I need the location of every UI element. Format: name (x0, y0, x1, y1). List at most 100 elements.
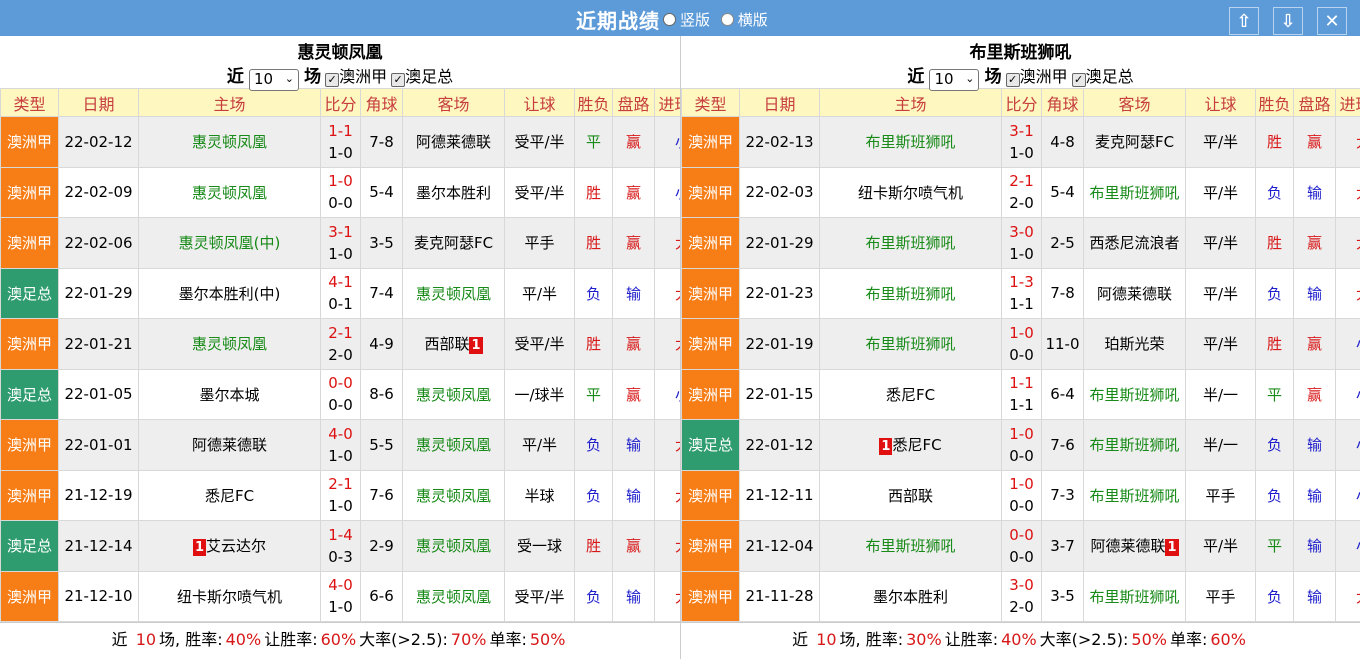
score-cell[interactable]: 2-12-0 (1002, 167, 1042, 218)
table-row[interactable]: 澳足总22-01-29墨尔本胜利(中)4-10-17-4惠灵顿凤凰平/半负输大 (1, 268, 711, 319)
table-row[interactable]: 澳洲甲21-12-10纽卡斯尔喷气机4-01-06-6惠灵顿凤凰受平/半负输大 (1, 571, 711, 622)
home-team-cell[interactable]: 布里斯班狮吼 (820, 117, 1002, 168)
away-team-cell[interactable]: 惠灵顿凤凰 (403, 470, 505, 521)
home-team-cell[interactable]: 悉尼FC (820, 369, 1002, 420)
score-cell[interactable]: 0-00-0 (1002, 521, 1042, 572)
table-row[interactable]: 澳洲甲22-02-12惠灵顿凤凰1-11-07-8阿德莱德联受平/半平赢小 (1, 117, 711, 168)
score-cell[interactable]: 1-31-1 (1002, 268, 1042, 319)
move-down-button[interactable]: ⇩ (1273, 7, 1303, 35)
match-count-select[interactable]: 10⌄ (249, 69, 299, 91)
home-team-cell[interactable]: 惠灵顿凤凰 (139, 117, 321, 168)
table-row[interactable]: 澳洲甲22-01-21惠灵顿凤凰2-12-04-9西部联1受平/半胜赢大 (1, 319, 711, 370)
table-row[interactable]: 澳洲甲22-02-09惠灵顿凤凰1-00-05-4墨尔本胜利受平/半胜赢小 (1, 167, 711, 218)
match-count-select[interactable]: 10⌄ (929, 69, 979, 91)
away-team-cell[interactable]: 麦克阿瑟FC (1084, 117, 1186, 168)
away-team-cell[interactable]: 阿德莱德联 (1084, 268, 1186, 319)
away-team-cell[interactable]: 西悉尼流浪者 (1084, 218, 1186, 269)
table-row[interactable]: 澳洲甲22-01-01阿德莱德联4-01-05-5惠灵顿凤凰平/半负输大 (1, 420, 711, 471)
match-type: 澳洲甲 (1, 571, 59, 622)
home-team-cell[interactable]: 1艾云达尔 (139, 521, 321, 572)
table-row[interactable]: 澳洲甲21-12-11西部联1-00-07-3布里斯班狮吼平手负输小 (682, 470, 1360, 521)
half-score: 1-0 (321, 243, 360, 265)
home-team-cell[interactable]: 惠灵顿凤凰(中) (139, 218, 321, 269)
match-type: 澳足总 (1, 521, 59, 572)
score-cell[interactable]: 1-00-0 (1002, 319, 1042, 370)
score-cell[interactable]: 1-40-3 (321, 521, 361, 572)
score-cell[interactable]: 1-00-0 (1002, 420, 1042, 471)
away-team-cell[interactable]: 阿德莱德联1 (1084, 521, 1186, 572)
table-row[interactable]: 澳洲甲22-01-29布里斯班狮吼3-01-02-5西悉尼流浪者平/半胜赢大 (682, 218, 1360, 269)
filter-league-checkbox[interactable]: ✓ (325, 73, 339, 87)
away-team-cell[interactable]: 西部联1 (403, 319, 505, 370)
score-cell[interactable]: 1-00-0 (321, 167, 361, 218)
away-team-cell[interactable]: 布里斯班狮吼 (1084, 369, 1186, 420)
home-team-cell[interactable]: 惠灵顿凤凰 (139, 167, 321, 218)
page-title: 近期战绩 (576, 5, 660, 34)
table-row[interactable]: 澳洲甲22-02-06惠灵顿凤凰(中)3-11-03-5麦克阿瑟FC平手胜赢大 (1, 218, 711, 269)
full-score: 1-0 (321, 170, 360, 192)
away-team-cell[interactable]: 惠灵顿凤凰 (403, 268, 505, 319)
home-team-cell[interactable]: 纽卡斯尔喷气机 (139, 571, 321, 622)
away-team-cell[interactable]: 布里斯班狮吼 (1084, 571, 1186, 622)
table-row[interactable]: 澳洲甲22-01-19布里斯班狮吼1-00-011-0珀斯光荣平/半胜赢小 (682, 319, 1360, 370)
close-button[interactable]: ✕ (1317, 7, 1347, 35)
view-vertical-radio[interactable]: 竖版 (663, 11, 710, 29)
home-team-cell[interactable]: 布里斯班狮吼 (820, 268, 1002, 319)
move-up-button[interactable]: ⇧ (1229, 7, 1259, 35)
table-row[interactable]: 澳足总22-01-121悉尼FC1-00-07-6布里斯班狮吼半/一负输小 (682, 420, 1360, 471)
home-team-cell[interactable]: 1悉尼FC (820, 420, 1002, 471)
score-cell[interactable]: 2-11-0 (321, 470, 361, 521)
score-cell[interactable]: 2-12-0 (321, 319, 361, 370)
filter-league-checkbox[interactable]: ✓ (1006, 73, 1020, 87)
score-cell[interactable]: 4-10-1 (321, 268, 361, 319)
away-team-cell[interactable]: 惠灵顿凤凰 (403, 420, 505, 471)
home-team-cell[interactable]: 纽卡斯尔喷气机 (820, 167, 1002, 218)
home-team-cell[interactable]: 布里斯班狮吼 (820, 521, 1002, 572)
table-row[interactable]: 澳洲甲21-12-19悉尼FC2-11-07-6惠灵顿凤凰半球负输大 (1, 470, 711, 521)
score-cell[interactable]: 3-11-0 (1002, 117, 1042, 168)
score-cell[interactable]: 0-00-0 (321, 369, 361, 420)
handicap-result-cell: 输 (613, 420, 655, 471)
table-row[interactable]: 澳洲甲22-02-13布里斯班狮吼3-11-04-8麦克阿瑟FC平/半胜赢大 (682, 117, 1360, 168)
away-team-cell[interactable]: 墨尔本胜利 (403, 167, 505, 218)
score-cell[interactable]: 4-01-0 (321, 420, 361, 471)
handicap-cell: 平手 (1186, 470, 1256, 521)
table-row[interactable]: 澳洲甲22-02-03纽卡斯尔喷气机2-12-05-4布里斯班狮吼平/半负输大 (682, 167, 1360, 218)
close-icon: ✕ (1324, 11, 1339, 32)
score-cell[interactable]: 1-00-0 (1002, 470, 1042, 521)
match-type: 澳足总 (682, 420, 740, 471)
home-team-cell[interactable]: 布里斯班狮吼 (820, 319, 1002, 370)
home-team-cell[interactable]: 墨尔本胜利(中) (139, 268, 321, 319)
home-team-cell[interactable]: 阿德莱德联 (139, 420, 321, 471)
score-cell[interactable]: 3-01-0 (1002, 218, 1042, 269)
away-team-cell[interactable]: 阿德莱德联 (403, 117, 505, 168)
score-cell[interactable]: 1-11-1 (1002, 369, 1042, 420)
filter-cup-checkbox[interactable]: ✓ (1072, 73, 1086, 87)
view-horizontal-radio[interactable]: 横版 (721, 11, 768, 29)
score-cell[interactable]: 1-11-0 (321, 117, 361, 168)
home-team-cell[interactable]: 墨尔本城 (139, 369, 321, 420)
home-team-cell[interactable]: 西部联 (820, 470, 1002, 521)
home-team-cell[interactable]: 惠灵顿凤凰 (139, 319, 321, 370)
score-cell[interactable]: 3-11-0 (321, 218, 361, 269)
away-team-cell[interactable]: 布里斯班狮吼 (1084, 420, 1186, 471)
away-team-cell[interactable]: 惠灵顿凤凰 (403, 521, 505, 572)
score-cell[interactable]: 3-02-0 (1002, 571, 1042, 622)
table-row[interactable]: 澳洲甲22-01-23布里斯班狮吼1-31-17-8阿德莱德联平/半负输大 (682, 268, 1360, 319)
away-team-cell[interactable]: 惠灵顿凤凰 (403, 369, 505, 420)
home-team-cell[interactable]: 悉尼FC (139, 470, 321, 521)
away-team-cell[interactable]: 珀斯光荣 (1084, 319, 1186, 370)
table-row[interactable]: 澳洲甲21-11-28墨尔本胜利3-02-03-5布里斯班狮吼平手负输大 (682, 571, 1360, 622)
away-team-cell[interactable]: 麦克阿瑟FC (403, 218, 505, 269)
table-row[interactable]: 澳足总22-01-05墨尔本城0-00-08-6惠灵顿凤凰一/球半平赢小 (1, 369, 711, 420)
table-row[interactable]: 澳洲甲22-01-15悉尼FC1-11-16-4布里斯班狮吼半/一平赢小 (682, 369, 1360, 420)
home-team-cell[interactable]: 布里斯班狮吼 (820, 218, 1002, 269)
filter-cup-checkbox[interactable]: ✓ (391, 73, 405, 87)
table-row[interactable]: 澳足总21-12-141艾云达尔1-40-32-9惠灵顿凤凰受一球胜赢大 (1, 521, 711, 572)
home-team-cell[interactable]: 墨尔本胜利 (820, 571, 1002, 622)
away-team-cell[interactable]: 布里斯班狮吼 (1084, 470, 1186, 521)
table-row[interactable]: 澳洲甲21-12-04布里斯班狮吼0-00-03-7阿德莱德联1平/半平输小 (682, 521, 1360, 572)
score-cell[interactable]: 4-01-0 (321, 571, 361, 622)
away-team-cell[interactable]: 惠灵顿凤凰 (403, 571, 505, 622)
away-team-cell[interactable]: 布里斯班狮吼 (1084, 167, 1186, 218)
